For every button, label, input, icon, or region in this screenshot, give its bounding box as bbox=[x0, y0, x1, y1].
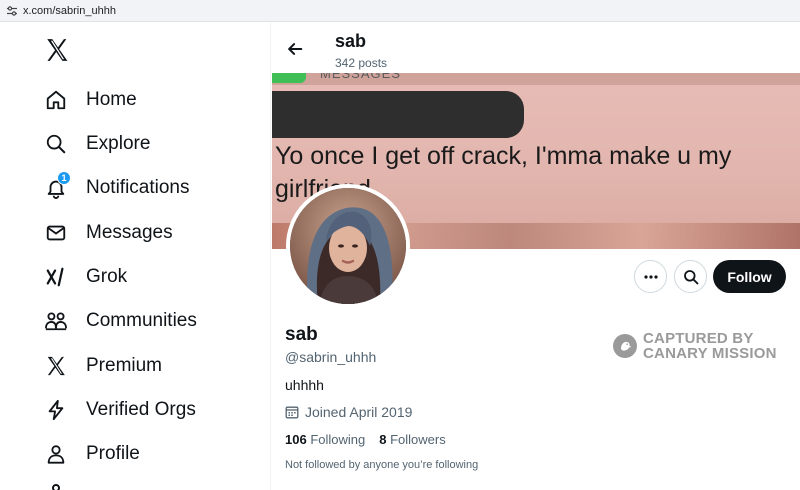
messages-app-icon bbox=[272, 73, 306, 83]
lightning-icon bbox=[44, 398, 68, 422]
followers-label: Followers bbox=[390, 432, 446, 447]
sidebar-item-premium[interactable]: Premium bbox=[44, 351, 162, 381]
sidebar-nav: Home Explore 1 Notifications Messages Gr… bbox=[0, 22, 271, 490]
sidebar-item-label: Communities bbox=[86, 310, 197, 331]
sidebar-item-label: Home bbox=[86, 89, 137, 110]
x-logo-icon[interactable] bbox=[44, 37, 70, 63]
follow-stats: 106 Following 8 Followers bbox=[285, 432, 460, 447]
more-nav-icon[interactable] bbox=[52, 484, 60, 490]
header-post-count: 342 posts bbox=[335, 56, 388, 70]
watermark-line-2: CANARY MISSION bbox=[643, 345, 777, 362]
sidebar-item-messages[interactable]: Messages bbox=[44, 218, 173, 248]
more-options-button[interactable] bbox=[634, 260, 667, 293]
sidebar-item-profile[interactable]: Profile bbox=[44, 439, 140, 469]
home-icon bbox=[44, 88, 68, 112]
calendar-icon bbox=[285, 406, 299, 419]
followers-link[interactable]: 8 Followers bbox=[379, 432, 445, 447]
sidebar-item-communities[interactable]: Communities bbox=[44, 306, 197, 336]
sidebar-item-label: Premium bbox=[86, 355, 163, 376]
sidebar-item-label: Profile bbox=[86, 443, 140, 464]
profile-main: sab 342 posts MESSAGES Yo once I get off… bbox=[272, 22, 800, 490]
profile-bio: uhhhh bbox=[285, 377, 324, 393]
banner-messages-title: MESSAGES bbox=[320, 73, 401, 81]
more-icon bbox=[643, 274, 658, 279]
browser-address-bar[interactable]: x.com/sabrin_uhhh bbox=[0, 0, 800, 22]
people-icon bbox=[44, 309, 68, 333]
following-label: Following bbox=[310, 432, 366, 447]
follow-button[interactable]: Follow bbox=[713, 260, 786, 293]
profile-header: sab 342 posts bbox=[272, 22, 800, 73]
canary-bird-icon bbox=[613, 334, 637, 358]
join-date: Joined April 2019 bbox=[285, 404, 412, 420]
search-profile-button[interactable] bbox=[674, 260, 707, 293]
sidebar-item-notifications[interactable]: 1 Notifications bbox=[44, 171, 190, 203]
sidebar-item-label: Notifications bbox=[86, 177, 190, 198]
sidebar-item-label: Explore bbox=[86, 133, 151, 154]
sidebar-item-home[interactable]: Home bbox=[44, 85, 137, 115]
sidebar-item-explore[interactable]: Explore bbox=[44, 129, 150, 159]
sidebar-item-label: Verified Orgs bbox=[86, 399, 196, 420]
watermark-line-1: CAPTURED BY bbox=[643, 330, 754, 347]
following-count: 106 bbox=[285, 432, 307, 447]
envelope-icon bbox=[44, 221, 68, 245]
header-display-name: sab bbox=[335, 31, 367, 51]
person-icon bbox=[44, 442, 68, 466]
search-icon bbox=[683, 269, 698, 284]
watermark-text: CAPTURED BY CANARY MISSION bbox=[643, 331, 777, 361]
followers-count: 8 bbox=[379, 432, 387, 447]
following-link[interactable]: 106 Following bbox=[285, 432, 365, 447]
notification-badge: 1 bbox=[57, 171, 71, 185]
profile-handle: @sabrin_uhhh bbox=[285, 349, 377, 365]
join-date-text: Joined April 2019 bbox=[305, 404, 413, 420]
sidebar-item-grok[interactable]: Grok bbox=[44, 262, 127, 292]
url-text[interactable]: x.com/sabrin_uhhh bbox=[23, 5, 116, 17]
search-icon bbox=[44, 132, 68, 156]
back-arrow-icon[interactable] bbox=[286, 40, 304, 58]
sidebar-item-label: Grok bbox=[86, 266, 128, 287]
profile-display-name: sab bbox=[285, 324, 318, 345]
sidebar-item-label: Messages bbox=[86, 222, 173, 243]
canary-mission-watermark: CAPTURED BY CANARY MISSION bbox=[613, 331, 777, 361]
sidebar-item-verified-orgs[interactable]: Verified Orgs bbox=[44, 395, 196, 425]
followed-by-note: Not followed by anyone you’re following bbox=[285, 459, 479, 471]
site-settings-icon[interactable] bbox=[6, 5, 18, 17]
x-logo-icon bbox=[44, 354, 68, 378]
redacted-message-bubble bbox=[272, 91, 524, 138]
bell-icon: 1 bbox=[44, 171, 71, 200]
avatar[interactable] bbox=[286, 184, 410, 308]
grok-icon bbox=[44, 265, 68, 289]
